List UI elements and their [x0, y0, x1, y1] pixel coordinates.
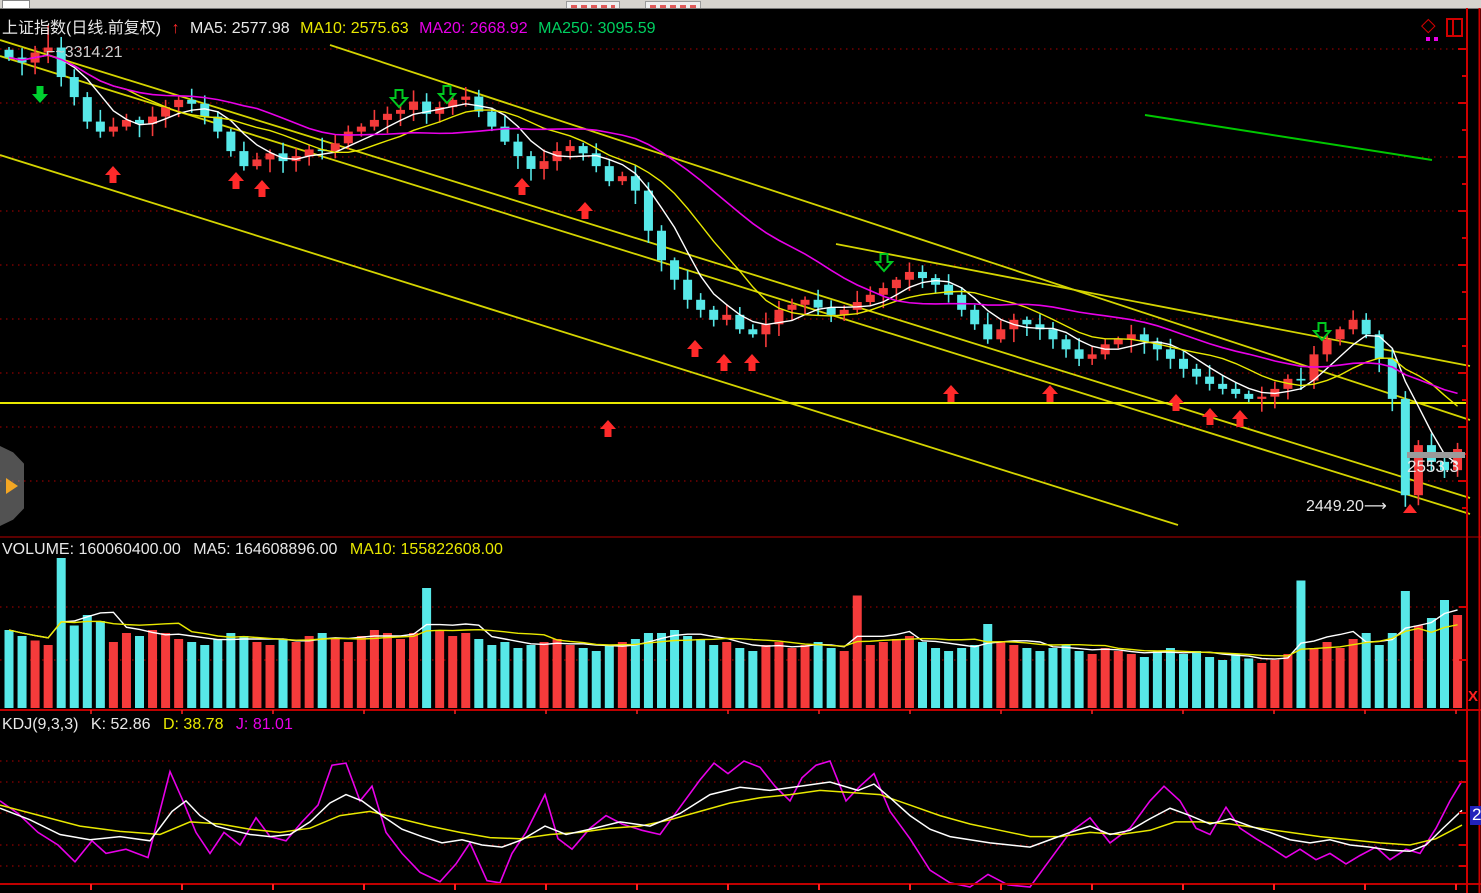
kdj-pane-header: KDJ(9,3,3) K: 52.86 D: 38.78 J: 81.01 [2, 716, 301, 734]
low-price-annotation: 2449.20⟶ [1306, 498, 1385, 516]
indicator-page-badge[interactable]: 2 [1470, 806, 1481, 825]
instrument-title: 上证指数(日线.前复权) [2, 20, 161, 37]
kdj-k-value: K: 52.86 [91, 716, 151, 733]
indicator-close-button[interactable]: X [1468, 689, 1478, 706]
ma20-value: MA20: 2668.92 [419, 20, 528, 37]
volume-ma10-value: MA10: 155822608.00 [350, 541, 503, 558]
signal-up-arrow-icon: ↑ [172, 20, 180, 37]
trading-app-window: 上证指数(日线.前复权) ↑ MA5: 2577.98 MA10: 2575.6… [0, 0, 1481, 893]
ma5-value: MA5: 2577.98 [190, 20, 290, 37]
last-price-value: 2553.3 [1407, 458, 1467, 477]
low-price-value: 2449.20 [1306, 498, 1364, 515]
main-chart-header: 上证指数(日线.前复权) ↑ MA5: 2577.98 MA10: 2575.6… [2, 20, 661, 38]
volume-pane-header: VOLUME: 160060400.00 MA5: 164608896.00 M… [2, 541, 511, 559]
high-marker-icon: ⌐~ [46, 44, 65, 61]
magenta-dot-icon [1434, 37, 1438, 41]
kdj-j-value: J: 81.01 [236, 716, 293, 733]
kdj-d-value: D: 38.78 [163, 716, 223, 733]
diamond-tool-icon[interactable]: ◇ [1421, 16, 1436, 37]
ma10-value: MA10: 2575.63 [300, 20, 409, 37]
last-price-tag: 2553.3 [1407, 452, 1467, 477]
expand-arrow-icon [6, 478, 18, 494]
high-price-value: 3314.21 [65, 44, 123, 61]
low-arrow-icon: ⟶ [1364, 498, 1385, 515]
volume-value: VOLUME: 160060400.00 [2, 541, 181, 558]
ma250-value: MA250: 3095.59 [538, 20, 655, 37]
kdj-name: KDJ(9,3,3) [2, 716, 78, 733]
volume-ma5-value: MA5: 164608896.00 [193, 541, 337, 558]
high-price-annotation: ⌐~3314.21 [46, 44, 123, 62]
split-pane-icon[interactable] [1446, 18, 1463, 37]
low-point-triangle-icon [1403, 504, 1417, 513]
chart-canvas[interactable] [0, 0, 1481, 893]
magenta-dot-icon [1426, 37, 1430, 41]
